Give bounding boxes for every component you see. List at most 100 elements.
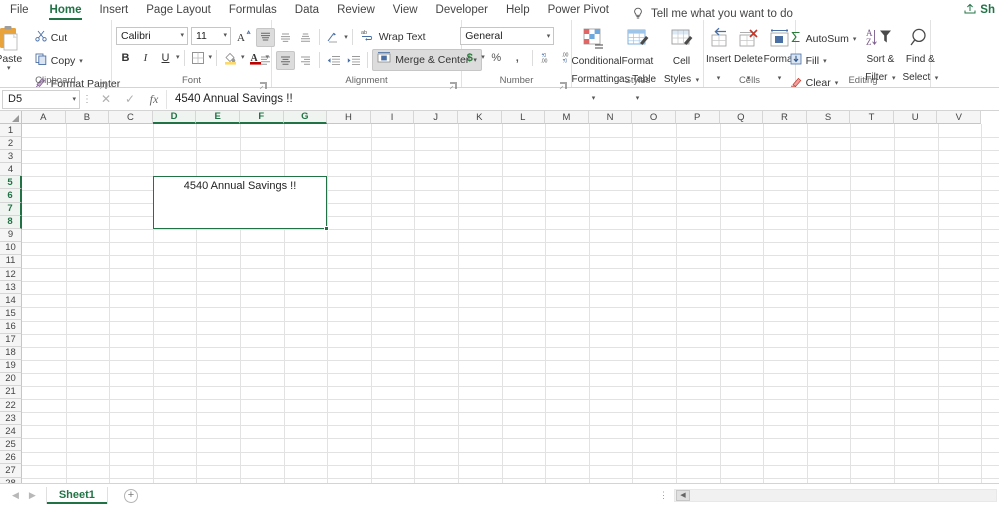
chevron-down-icon[interactable]: ▾ [823,58,827,65]
percent-button[interactable]: % [487,48,506,67]
column-header-l[interactable]: L [502,111,546,124]
number-format-combo[interactable]: General ▾ [460,27,554,45]
align-left-button[interactable] [256,51,275,70]
column-header-d[interactable]: D [153,111,197,124]
column-header-i[interactable]: I [371,111,415,124]
fill-handle[interactable] [324,226,329,231]
horizontal-scroll-thumb[interactable]: ◀ [676,490,690,501]
chevron-down-icon[interactable]: ▾ [592,95,596,102]
row-header-14[interactable]: 14 [0,294,22,307]
column-header-s[interactable]: S [807,111,851,124]
row-header-21[interactable]: 21 [0,386,22,399]
cell-area[interactable]: 4540 Annual Savings !! [22,124,999,483]
merged-cell-d5-g8[interactable]: 4540 Annual Savings !! [153,176,327,228]
align-middle-button[interactable] [276,28,295,47]
column-header-n[interactable]: N [589,111,633,124]
row-header-20[interactable]: 20 [0,373,22,386]
sheet-tab-sheet1[interactable]: Sheet1 [46,487,108,504]
orientation-button[interactable] [324,28,343,47]
row-header-25[interactable]: 25 [0,438,22,451]
row-header-18[interactable]: 18 [0,347,22,360]
sheet-nav-arrows[interactable]: ◀ ▶ [0,490,46,501]
tab-developer[interactable]: Developer [427,0,497,20]
row-header-11[interactable]: 11 [0,255,22,268]
row-header-22[interactable]: 22 [0,399,22,412]
italic-button[interactable]: I [136,48,155,67]
tab-home[interactable]: Home [41,0,91,20]
column-header-m[interactable]: M [545,111,589,124]
font-name-combo[interactable]: Calibri ▾ [116,27,188,45]
fill-color-button[interactable] [221,48,240,67]
align-bottom-button[interactable] [296,28,315,47]
tab-review[interactable]: Review [328,0,384,20]
chevron-down-icon[interactable]: ▾ [209,54,213,61]
increase-decimal-button[interactable]: .00 .0 [538,48,557,67]
row-header-6[interactable]: 6 [0,189,22,202]
row-header-24[interactable]: 24 [0,425,22,438]
chevron-down-icon[interactable]: ▾ [79,58,83,65]
chevron-down-icon[interactable]: ▾ [344,34,348,41]
tab-insert[interactable]: Insert [90,0,137,20]
share-button[interactable]: Sh [960,1,999,19]
prev-sheet-icon[interactable]: ◀ [12,490,19,501]
insert-function-button[interactable]: fx [142,90,166,109]
number-dialog-launcher[interactable] [559,77,568,86]
row-header-4[interactable]: 4 [0,163,22,176]
chevron-down-icon[interactable]: ▾ [853,36,857,43]
align-center-button[interactable] [276,51,295,70]
row-header-16[interactable]: 16 [0,320,22,333]
row-header-3[interactable]: 3 [0,150,22,163]
row-header-12[interactable]: 12 [0,268,22,281]
column-header-f[interactable]: F [240,111,284,124]
fill-button[interactable]: Fill ▾ [786,50,861,72]
font-size-combo[interactable]: 11 ▾ [191,27,231,45]
column-header-q[interactable]: Q [720,111,764,124]
column-header-k[interactable]: K [458,111,502,124]
chevron-down-icon[interactable]: ▾ [241,54,245,61]
column-header-t[interactable]: T [850,111,894,124]
row-header-2[interactable]: 2 [0,137,22,150]
column-header-o[interactable]: O [632,111,676,124]
tell-me-search[interactable]: Tell me what you want to do [632,7,793,20]
align-right-button[interactable] [296,51,315,70]
row-header-17[interactable]: 17 [0,334,22,347]
add-sheet-button[interactable]: + [124,489,138,503]
row-header-26[interactable]: 26 [0,451,22,464]
wrap-text-button[interactable]: ab Wrap Text [357,27,430,47]
tab-file[interactable]: File [0,0,41,20]
column-header-c[interactable]: C [109,111,153,124]
row-header-19[interactable]: 19 [0,360,22,373]
column-header-e[interactable]: E [196,111,240,124]
row-header-1[interactable]: 1 [0,124,22,137]
row-header-5[interactable]: 5 [0,176,22,189]
horizontal-scrollbar[interactable]: ◀ [674,489,997,502]
next-sheet-icon[interactable]: ▶ [29,490,36,501]
row-header-9[interactable]: 9 [0,229,22,242]
paste-button[interactable]: Paste ▾ [0,23,31,73]
chevron-down-icon[interactable]: ▾ [72,96,76,103]
tab-formulas[interactable]: Formulas [220,0,286,20]
column-header-r[interactable]: R [763,111,807,124]
scroll-split-handle[interactable]: ⋮ [609,490,674,501]
increase-indent-button[interactable] [344,51,363,70]
column-header-u[interactable]: U [894,111,938,124]
column-header-g[interactable]: G [284,111,328,124]
tab-page-layout[interactable]: Page Layout [137,0,220,20]
column-header-b[interactable]: B [66,111,110,124]
tab-power-pivot[interactable]: Power Pivot [539,0,618,20]
tab-view[interactable]: View [384,0,427,20]
increase-font-size-button[interactable]: A [234,26,253,45]
select-all-corner[interactable] [0,111,22,124]
currency-button[interactable]: $ [460,48,479,67]
row-header-13[interactable]: 13 [0,281,22,294]
bold-button[interactable]: B [116,48,135,67]
chevron-down-icon[interactable]: ▾ [935,75,939,82]
chevron-down-icon[interactable]: ▾ [636,95,640,102]
column-header-a[interactable]: A [22,111,66,124]
autosum-button[interactable]: AutoSum ▾ [786,28,861,50]
comma-button[interactable]: , [508,48,527,67]
column-header-p[interactable]: P [676,111,720,124]
row-header-8[interactable]: 8 [0,216,22,229]
row-header-10[interactable]: 10 [0,242,22,255]
borders-button[interactable] [189,48,208,67]
